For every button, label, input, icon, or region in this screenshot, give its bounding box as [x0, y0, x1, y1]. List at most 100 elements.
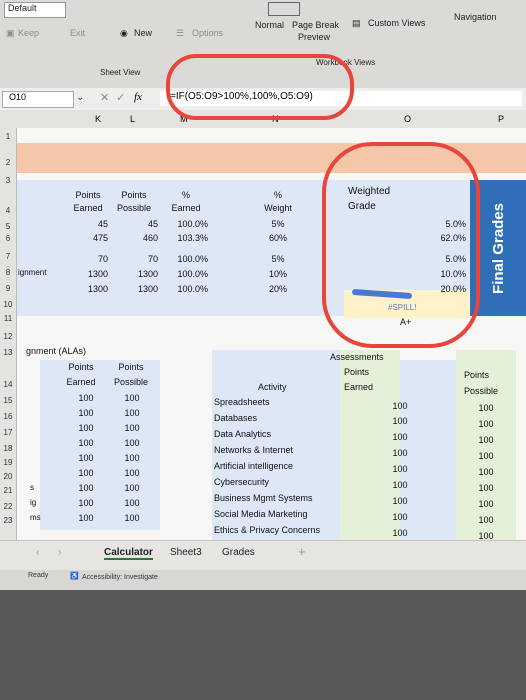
t3-possible[interactable]: 100 [466, 515, 506, 525]
row-header[interactable]: 8 [0, 268, 16, 277]
t2-earned[interactable]: 100 [66, 513, 106, 523]
t1-possible[interactable]: 1300 [112, 269, 158, 279]
t3-possible[interactable]: 100 [466, 499, 506, 509]
t3-activity[interactable]: Databases [214, 413, 257, 423]
row-header[interactable]: 9 [0, 284, 16, 293]
t1-earned[interactable]: 1300 [64, 269, 108, 279]
row-header[interactable]: 16 [0, 412, 16, 421]
t1-possible[interactable]: 45 [112, 219, 158, 229]
t1-pct[interactable]: 100.0% [164, 254, 208, 264]
row-header[interactable]: 1 [0, 132, 16, 141]
col-header-p[interactable]: P [498, 114, 504, 124]
cancel-icon[interactable]: ✕ [100, 91, 109, 104]
t3-activity[interactable]: Data Analytics [214, 429, 271, 439]
keep-button[interactable]: Keep [18, 28, 39, 38]
tab-calculator[interactable]: Calculator [104, 547, 153, 560]
t3-possible[interactable]: 100 [466, 419, 506, 429]
t2-possible[interactable]: 100 [112, 513, 152, 523]
row-header[interactable]: 10 [0, 300, 16, 309]
tab-scroll-right-icon[interactable]: › [58, 547, 61, 558]
t1-earned[interactable]: 475 [64, 233, 108, 243]
t3-earned[interactable]: 100 [380, 448, 420, 458]
name-box[interactable]: O10 [2, 91, 74, 108]
t3-activity[interactable]: Business Mgmt Systems [214, 493, 313, 503]
t3-possible[interactable]: 100 [466, 467, 506, 477]
t1-pct[interactable]: 100.0% [164, 219, 208, 229]
t1-weight[interactable]: 5% [256, 254, 300, 264]
t3-activity[interactable]: Networks & Internet [214, 445, 293, 455]
page-break-button[interactable]: Page Break [292, 20, 339, 30]
t3-earned[interactable]: 100 [380, 432, 420, 442]
t1-earned[interactable]: 45 [64, 219, 108, 229]
row-header[interactable]: 21 [0, 486, 16, 495]
t2-possible[interactable]: 100 [112, 438, 152, 448]
tab-sheet3[interactable]: Sheet3 [170, 547, 202, 558]
add-sheet-button[interactable]: + [298, 544, 306, 559]
chevron-down-icon[interactable]: ⌄ [76, 92, 84, 103]
accessibility-status[interactable]: Accessibility: Investigate [82, 574, 158, 581]
options-button[interactable]: Options [192, 28, 223, 38]
row-header[interactable]: 7 [0, 252, 16, 261]
t3-earned[interactable]: 100 [380, 401, 420, 411]
row-header[interactable]: 17 [0, 428, 16, 437]
t3-earned[interactable]: 100 [380, 464, 420, 474]
row-header[interactable]: 3 [0, 176, 16, 185]
t1-weight[interactable]: 5% [256, 219, 300, 229]
t2-earned[interactable]: 100 [66, 408, 106, 418]
row-header[interactable]: 15 [0, 396, 16, 405]
row-header[interactable]: 19 [0, 458, 16, 467]
t3-earned[interactable]: 100 [380, 528, 420, 538]
row-header[interactable]: 6 [0, 234, 16, 243]
t2-possible[interactable]: 100 [112, 483, 152, 493]
t3-activity[interactable]: Social Media Marketing [214, 509, 308, 519]
sheet-view-dropdown[interactable]: Default [4, 2, 66, 18]
t3-earned[interactable]: 100 [380, 496, 420, 506]
col-header-o[interactable]: O [404, 114, 411, 124]
t2-possible[interactable]: 100 [112, 393, 152, 403]
custom-views-button[interactable]: Custom Views [368, 18, 425, 28]
t2-possible[interactable]: 100 [112, 498, 152, 508]
t1-possible[interactable]: 70 [112, 254, 158, 264]
t1-possible[interactable]: 460 [112, 233, 158, 243]
tab-grades[interactable]: Grades [222, 547, 255, 558]
t2-earned[interactable]: 100 [66, 423, 106, 433]
col-header-l[interactable]: L [130, 114, 135, 124]
t1-possible[interactable]: 1300 [112, 284, 158, 294]
exit-button[interactable]: Exit [70, 28, 85, 38]
t3-possible[interactable]: 100 [466, 451, 506, 461]
row-header[interactable]: 2 [0, 158, 16, 167]
t1-weight[interactable]: 10% [256, 269, 300, 279]
t2-earned[interactable]: 100 [66, 468, 106, 478]
t3-possible[interactable]: 100 [466, 403, 506, 413]
t3-activity[interactable]: Cybersecurity [214, 477, 269, 487]
t3-earned[interactable]: 100 [380, 416, 420, 426]
row-header[interactable]: 20 [0, 472, 16, 481]
t2-possible[interactable]: 100 [112, 408, 152, 418]
new-button[interactable]: New [134, 28, 152, 38]
t1-weight[interactable]: 60% [256, 233, 300, 243]
row-header[interactable]: 23 [0, 516, 16, 525]
t3-activity[interactable]: Ethics & Privacy Concerns [214, 525, 320, 535]
t3-activity[interactable]: Spreadsheets [214, 397, 270, 407]
t2-possible[interactable]: 100 [112, 468, 152, 478]
t2-earned[interactable]: 100 [66, 393, 106, 403]
row-header[interactable]: 22 [0, 502, 16, 511]
t1-pct[interactable]: 100.0% [164, 284, 208, 294]
t2-possible[interactable]: 100 [112, 453, 152, 463]
t2-earned[interactable]: 100 [66, 483, 106, 493]
t2-possible[interactable]: 100 [112, 423, 152, 433]
t1-pct[interactable]: 100.0% [164, 269, 208, 279]
row-header[interactable]: 18 [0, 444, 16, 453]
t1-pct[interactable]: 103.3% [164, 233, 208, 243]
t3-earned[interactable]: 100 [380, 480, 420, 490]
t2-earned[interactable]: 100 [66, 438, 106, 448]
row-header[interactable]: 13 [0, 348, 16, 357]
row-header[interactable]: 11 [0, 314, 16, 323]
row-header[interactable]: 12 [0, 332, 16, 341]
enter-check-icon[interactable]: ✓ [116, 91, 125, 104]
insert-function-button[interactable]: fx [134, 91, 142, 103]
t3-possible[interactable]: 100 [466, 435, 506, 445]
t3-activity[interactable]: Artificial intelligence [214, 461, 293, 471]
t3-earned[interactable]: 100 [380, 512, 420, 522]
t2-earned[interactable]: 100 [66, 498, 106, 508]
